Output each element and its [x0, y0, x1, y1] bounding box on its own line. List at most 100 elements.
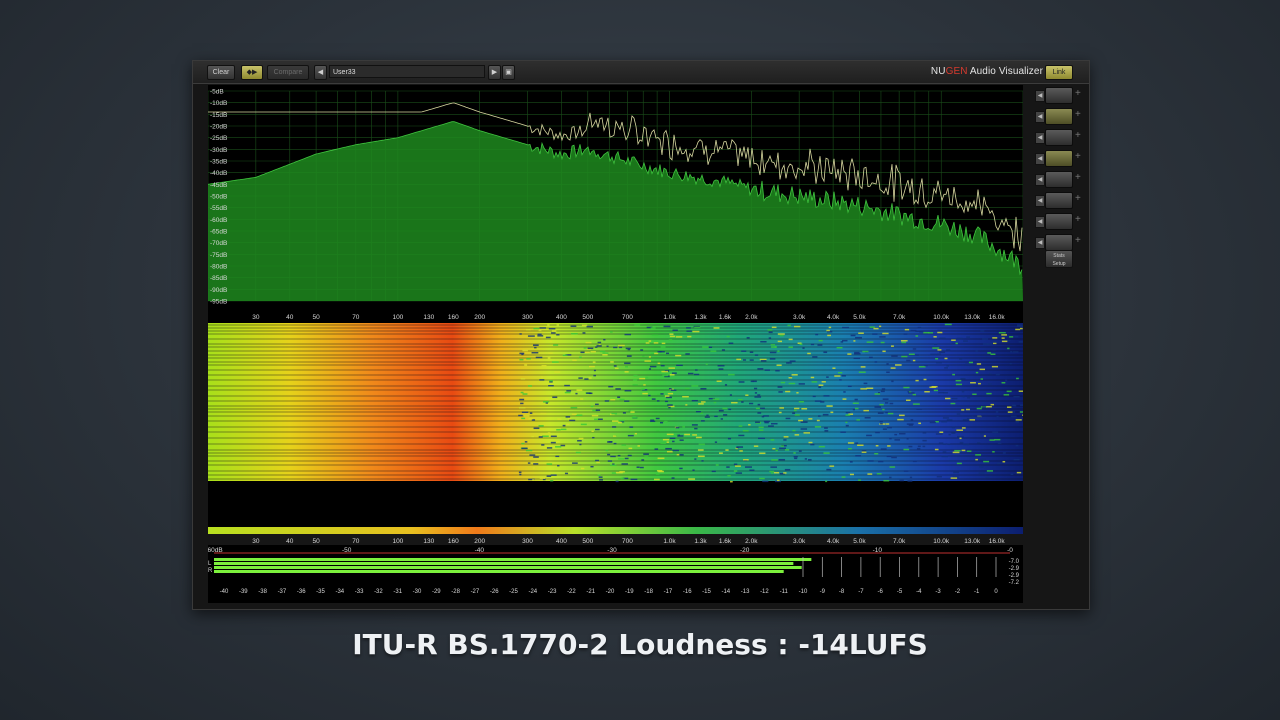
- meter-view-icon[interactable]: [1045, 213, 1073, 230]
- sonogram-speckle: [518, 414, 523, 417]
- sonogram-speckle: [771, 459, 778, 461]
- sonogram-speckle: [829, 465, 835, 467]
- sonogram-speckle: [777, 350, 780, 353]
- sonogram-speckle: [634, 324, 641, 326]
- clear-button[interactable]: Clear: [207, 65, 235, 80]
- link-button[interactable]: Link: [1045, 65, 1073, 80]
- sonogram-speckle: [667, 404, 673, 406]
- meter-bottom-label: -35: [316, 589, 325, 595]
- sonogram-view-icon[interactable]: [1045, 150, 1073, 167]
- sonogram-speckle: [778, 391, 783, 393]
- left-arrow-icon[interactable]: ◀: [1035, 90, 1045, 102]
- save-preset-button[interactable]: ▣: [502, 65, 515, 80]
- db-label: -10dB: [210, 100, 227, 107]
- sonogram-speckle: [691, 385, 699, 387]
- meter-readout: -7.0: [1009, 559, 1020, 565]
- sonogram-speckle: [651, 398, 656, 400]
- sonogram-speckle: [845, 424, 849, 427]
- sonogram-speckle: [780, 445, 784, 447]
- sonogram-speckle: [967, 397, 971, 399]
- sonogram-speckle: [935, 358, 939, 360]
- sonogram-speckle: [1006, 406, 1012, 408]
- left-arrow-icon[interactable]: ◀: [1035, 153, 1045, 165]
- sonogram-speckle: [832, 367, 836, 369]
- meter-bottom-label: -4: [916, 589, 922, 595]
- meter-bottom-label: -40: [220, 589, 229, 595]
- sonogram-speckle: [669, 437, 676, 439]
- sonogram-speckle: [934, 343, 938, 346]
- add-icon[interactable]: +: [1075, 130, 1081, 142]
- add-icon[interactable]: +: [1075, 88, 1081, 100]
- next-preset-button[interactable]: ▶: [488, 65, 501, 80]
- compare-button[interactable]: Compare: [267, 65, 309, 80]
- db-label: -55dB: [210, 205, 227, 212]
- add-icon[interactable]: +: [1075, 109, 1081, 121]
- sonogram-speckle: [991, 365, 999, 368]
- preset-name-field[interactable]: User33: [329, 65, 485, 78]
- sonogram-speckle: [694, 458, 697, 460]
- sonogram-speckle: [879, 403, 884, 406]
- sonogram-speckle: [912, 348, 917, 350]
- sonogram-speckle: [676, 364, 683, 367]
- minibar-view-icon[interactable]: [1045, 171, 1073, 188]
- left-arrow-icon[interactable]: ◀: [1035, 216, 1045, 228]
- balance-view-icon[interactable]: [1045, 234, 1073, 251]
- sonogram-speckle: [1010, 473, 1014, 475]
- db-label: -25dB: [210, 135, 227, 142]
- sonogram-speckle: [550, 435, 557, 438]
- sonogram-speckle: [675, 468, 679, 471]
- sonogram-speckle: [520, 402, 524, 405]
- sonogram-speckle: [1001, 381, 1006, 384]
- brand-title: NUGEN Audio Visualizer: [931, 66, 1043, 77]
- sonogram-speckle: [992, 451, 995, 453]
- add-icon[interactable]: +: [1075, 151, 1081, 163]
- freq-label: 160: [448, 314, 459, 321]
- sonogram-speckle: [986, 392, 992, 395]
- sonogram-speckle: [522, 349, 528, 352]
- swap-ab-button[interactable]: ◆▶: [241, 65, 263, 80]
- sonogram-speckle: [624, 333, 631, 336]
- sonogram-speckle: [779, 447, 787, 450]
- sonogram-speckle: [863, 409, 869, 412]
- stats-setup-button[interactable]: Stats Setup: [1045, 250, 1073, 268]
- add-icon[interactable]: +: [1075, 193, 1081, 205]
- sonogram-speckle: [622, 412, 626, 414]
- left-arrow-icon[interactable]: ◀: [1035, 237, 1045, 249]
- sonogram-speckle: [916, 447, 921, 450]
- sonogram-speckle: [649, 365, 657, 368]
- sonogram-speckle: [867, 473, 873, 475]
- correlation-view-icon[interactable]: [1045, 129, 1073, 146]
- add-icon[interactable]: +: [1075, 235, 1081, 247]
- vectorscope-view-icon[interactable]: [1045, 192, 1073, 209]
- sonogram-speckle: [889, 402, 894, 405]
- sonogram-speckle: [847, 353, 852, 355]
- left-arrow-icon[interactable]: ◀: [1035, 132, 1045, 144]
- sonogram-speckle: [955, 379, 962, 382]
- sonogram-speckle: [1013, 395, 1020, 398]
- sonogram-speckle: [753, 445, 759, 447]
- sonogram-speckle: [793, 325, 801, 328]
- sonogram-speckle: [875, 444, 879, 447]
- sonogram-speckle: [594, 418, 599, 421]
- sonogram-speckle: [617, 421, 622, 424]
- sonogram-speckle: [597, 341, 602, 344]
- sonogram-speckle: [727, 475, 731, 477]
- line-view-icon[interactable]: [1045, 87, 1073, 104]
- sonogram-speckle: [642, 355, 645, 358]
- left-arrow-icon[interactable]: ◀: [1035, 195, 1045, 207]
- sonogram-speckle: [912, 359, 916, 362]
- sonogram-speckle: [664, 395, 670, 397]
- spectrum-view-icon[interactable]: [1045, 108, 1073, 125]
- prev-preset-button[interactable]: ◀: [314, 65, 327, 80]
- sonogram-speckle: [662, 374, 668, 377]
- sonogram-speckle: [802, 347, 805, 349]
- sonogram-speckle: [808, 441, 813, 444]
- left-arrow-icon[interactable]: ◀: [1035, 174, 1045, 186]
- sonogram-speckle: [988, 383, 992, 385]
- left-arrow-icon[interactable]: ◀: [1035, 111, 1045, 123]
- sonogram-speckle: [966, 417, 970, 420]
- add-icon[interactable]: +: [1075, 172, 1081, 184]
- add-icon[interactable]: +: [1075, 214, 1081, 226]
- sonogram-speckle: [968, 361, 973, 364]
- sonogram-speckle: [889, 466, 896, 468]
